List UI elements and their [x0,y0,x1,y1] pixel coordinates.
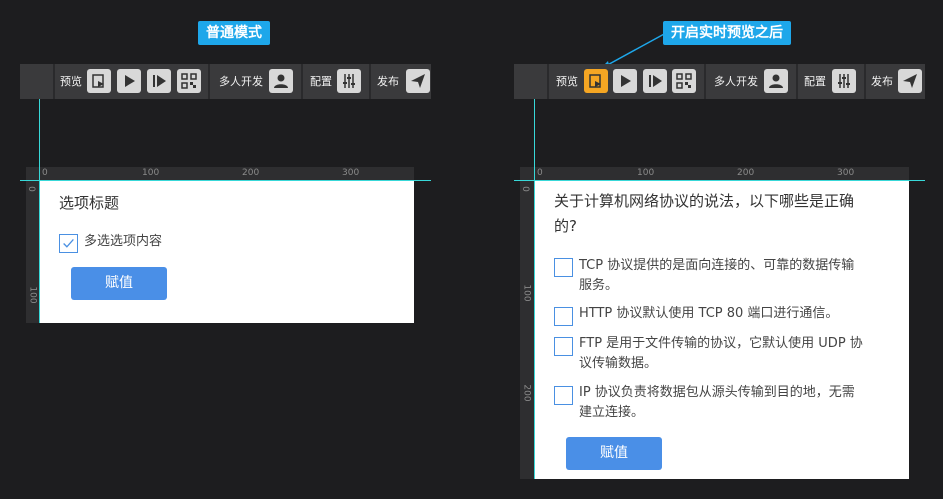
sliders-icon [838,74,850,88]
multi-dev-button[interactable] [269,69,293,93]
question-title-line2: 的? [554,217,577,235]
realtime-preview-panel: 开启实时预览之后 预览 多人开发 配置 发布 0 100 200 300 0 1… [494,0,943,499]
option-checkbox[interactable] [554,307,573,326]
publish-label: 发布 [377,75,399,88]
config-label: 配置 [310,75,332,88]
user-icon [274,74,288,88]
toolbar-divider [301,64,303,99]
ruler-horizontal: 0 100 200 300 [26,167,414,180]
ruler-tick-label: 0 [519,186,530,192]
toolbar-divider [704,64,706,99]
publish-button[interactable] [898,69,922,93]
qrcode-icon [676,73,692,89]
qrcode-icon [181,73,197,89]
ruler-tick-label: 200 [242,168,260,178]
publish-label: 发布 [871,75,893,88]
play-icon [125,75,135,87]
option-label-line1: IP 协议负责将数据包从源头传输到目的地，无需 [579,385,855,400]
assign-button[interactable]: 赋值 [71,267,167,300]
option-label: 多选选项内容 [84,234,163,249]
check-icon [63,239,74,248]
ruler-tick-label: 0 [537,168,543,178]
config-button[interactable] [337,69,361,93]
option-label-line2: 议传输数据。 [579,356,658,371]
preview-canvas: 关于计算机网络协议的说法，以下哪些是正确 的? TCP 协议提供的是面向连接的、… [535,181,909,479]
config-label: 配置 [804,75,826,88]
qrcode-button[interactable] [177,69,201,93]
publish-button[interactable] [406,69,430,93]
multi-dev-label: 多人开发 [219,75,263,88]
send-icon [411,74,425,88]
realtime-preview-button[interactable] [584,69,608,93]
preview-icon [92,74,104,88]
preview-label: 预览 [60,75,82,88]
ruler-tick-label: 100 [637,168,655,178]
multi-dev-button[interactable] [764,69,788,93]
toolbar-divider [864,64,866,99]
ruler-tick-label: 200 [521,384,532,402]
toolbar: 预览 多人开发 配置 发布 [514,64,925,99]
option-checkbox[interactable] [554,337,573,356]
question-title: 选项标题 [59,194,120,212]
option-label-line1: HTTP 协议默认使用 TCP 80 端口进行通信。 [579,306,839,321]
play-forward-icon [649,75,662,87]
toolbar-divider [796,64,798,99]
ruler-tick-label: 100 [142,168,160,178]
toolbar-divider [369,64,371,99]
play-button[interactable] [117,69,141,93]
ruler-tick-label: 300 [342,168,360,178]
sliders-icon [343,74,355,88]
ruler-vertical: 0 100 200 [520,180,534,479]
option-label-line1: FTP 是用于文件传输的协议，它默认使用 UDP 协 [579,336,863,351]
play-button[interactable] [613,69,637,93]
preview-label: 预览 [556,75,578,88]
ruler-tick-label: 200 [737,168,755,178]
qrcode-button[interactable] [672,69,696,93]
play-forward-icon [153,75,166,87]
play-forward-button[interactable] [643,69,667,93]
assign-button[interactable]: 赋值 [566,437,662,470]
ruler-tick-label: 300 [837,168,855,178]
option-checkbox[interactable] [554,386,573,405]
ruler-horizontal: 0 100 200 300 [520,167,909,180]
realtime-preview-badge: 开启实时预览之后 [663,21,791,45]
ruler-tick-label: 0 [25,186,36,192]
normal-mode-panel: 普通模式 预览 多人开发 配置 发布 0 100 200 300 0 100 选… [0,0,440,499]
play-forward-button[interactable] [147,69,171,93]
toolbar: 预览 多人开发 配置 发布 [20,64,431,99]
ruler-tick-label: 100 [27,286,38,304]
play-icon [621,75,631,87]
ruler-tick-label: 0 [42,168,48,178]
ruler-vertical: 0 100 [26,180,40,323]
option-checkbox[interactable] [554,258,573,277]
option-checkbox[interactable] [59,234,78,253]
preview-canvas: 选项标题 多选选项内容 赋值 [40,181,414,323]
send-icon [903,74,917,88]
preview-icon [589,74,601,88]
ruler-tick-label: 100 [521,284,532,302]
question-title-line1: 关于计算机网络协议的说法，以下哪些是正确 [554,192,855,210]
multi-dev-label: 多人开发 [714,75,758,88]
option-label-line1: TCP 协议提供的是面向连接的、可靠的数据传输 [579,258,855,273]
toolbar-divider [208,64,210,99]
user-icon [769,74,783,88]
toolbar-divider [547,64,549,99]
option-label-line2: 服务。 [579,278,619,293]
toolbar-divider [53,64,55,99]
preview-button[interactable] [87,69,111,93]
config-button[interactable] [832,69,856,93]
option-label-line2: 建立连接。 [579,405,645,420]
normal-mode-badge: 普通模式 [198,21,270,45]
